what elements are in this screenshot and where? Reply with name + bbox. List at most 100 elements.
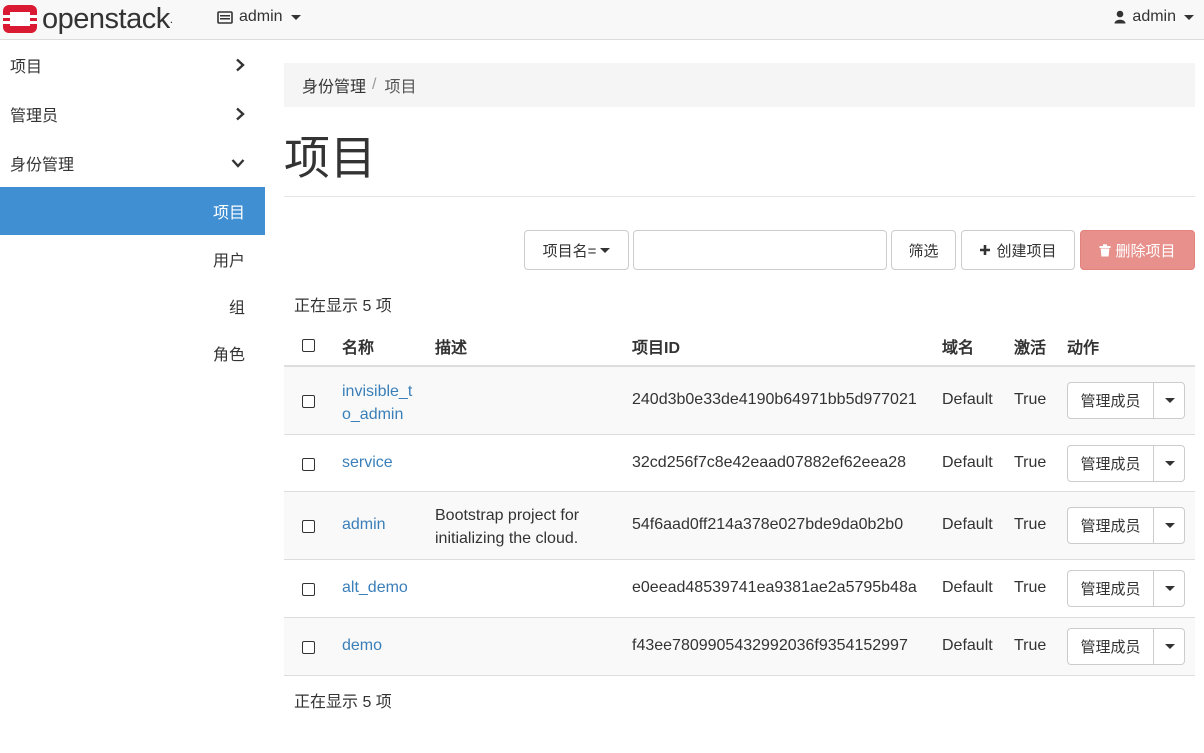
- sidebar-subitem-roles[interactable]: 角色: [0, 329, 265, 376]
- brand-name: openstack: [42, 2, 170, 35]
- caret-down-icon: [1165, 523, 1175, 528]
- brand-logo[interactable]: openstack.: [2, 2, 173, 36]
- filter-field-label: 项目名=: [542, 242, 597, 260]
- row-checkbox[interactable]: [302, 583, 315, 596]
- project-name-link[interactable]: admin: [342, 516, 386, 534]
- delete-projects-label: 删除项目: [1115, 242, 1176, 260]
- create-project-button[interactable]: 创建项目: [961, 230, 1075, 270]
- manage-members-button[interactable]: 管理成员: [1067, 445, 1154, 482]
- header-enabled[interactable]: 激活: [1014, 334, 1046, 358]
- caret-down-icon: [1165, 644, 1175, 649]
- user-icon: [1114, 10, 1126, 24]
- project-description: Bootstrap project for initializing the c…: [435, 504, 579, 550]
- create-project-label: 创建项目: [996, 242, 1057, 260]
- row-actions-dropdown[interactable]: [1154, 628, 1185, 665]
- table-header: 名称 描述 项目ID 域名 激活 动作: [284, 320, 1195, 367]
- row-checkbox[interactable]: [302, 641, 315, 654]
- table-row: alt_demo e0eead48539741ea9381ae2a5795b48…: [284, 560, 1195, 618]
- breadcrumb-parent[interactable]: 身份管理: [302, 73, 366, 97]
- header-actions: 动作: [1067, 340, 1100, 357]
- header-description[interactable]: 描述: [435, 334, 467, 358]
- table-row: service 32cd256f7c8e42eaad07882ef62eea28…: [284, 435, 1195, 492]
- project-domain: Default: [942, 516, 993, 533]
- caret-down-icon: [1165, 461, 1175, 466]
- project-domain: Default: [942, 454, 993, 471]
- sidebar-item-label: 管理员: [10, 107, 59, 125]
- project-description-line: Bootstrap project for: [435, 507, 580, 524]
- breadcrumb-current: 项目: [384, 79, 417, 96]
- row-actions-dropdown[interactable]: [1154, 507, 1185, 544]
- table-row: demo f43ee7809905432992036f9354152997 De…: [284, 618, 1195, 676]
- manage-members-button[interactable]: 管理成员: [1067, 628, 1154, 665]
- project-name-link[interactable]: alt_demo: [342, 579, 408, 597]
- header-project-id[interactable]: 项目ID: [632, 334, 680, 358]
- project-id: e0eead48539741ea9381ae2a5795b48a: [632, 579, 917, 596]
- breadcrumb: 身份管理 / 项目: [284, 63, 1195, 107]
- delete-projects-button[interactable]: 删除项目: [1080, 230, 1195, 270]
- row-actions-dropdown[interactable]: [1154, 570, 1185, 607]
- sidebar-subitem-label: 角色: [212, 346, 245, 364]
- filter-field-dropdown[interactable]: 项目名=: [524, 230, 629, 270]
- project-name-link[interactable]: service: [342, 454, 393, 472]
- project-enabled: True: [1014, 454, 1047, 471]
- manage-members-button[interactable]: 管理成员: [1067, 507, 1154, 544]
- project-id: f43ee7809905432992036f9354152997: [632, 637, 908, 654]
- sidebar-subitem-users[interactable]: 用户: [0, 235, 265, 282]
- project-enabled: True: [1014, 516, 1047, 533]
- manage-members-label: 管理成员: [1080, 456, 1141, 473]
- manage-members-label: 管理成员: [1080, 639, 1141, 656]
- sidebar-item-admin[interactable]: 管理员: [0, 89, 265, 138]
- sidebar: 项目 管理员 身份管理 项目 用户 组 角色: [0, 40, 265, 753]
- sidebar-item-project[interactable]: 项目: [0, 40, 265, 89]
- project-name-line: o_admin: [342, 406, 404, 423]
- sidebar-item-identity[interactable]: 身份管理: [0, 138, 265, 187]
- sidebar-subitem-projects[interactable]: 项目: [0, 187, 265, 235]
- page-title: 项目: [284, 132, 376, 184]
- sidebar-item-label: 身份管理: [10, 156, 75, 174]
- caret-down-icon: [290, 14, 301, 20]
- project-id: 54f6aad0ff214a378e027bde9da0b2b0: [632, 516, 904, 533]
- project-selector-label: admin: [239, 8, 283, 25]
- header-name[interactable]: 名称: [342, 334, 374, 358]
- sidebar-subitem-groups[interactable]: 组: [0, 282, 265, 329]
- item-count-bottom: 正在显示 5 项: [294, 694, 392, 711]
- row-checkbox[interactable]: [302, 520, 315, 533]
- project-id: 240d3b0e33de4190b64971bb5d977021: [632, 391, 917, 408]
- manage-members-button[interactable]: 管理成员: [1067, 570, 1154, 607]
- sidebar-item-label: 项目: [10, 58, 43, 76]
- project-domain: Default: [942, 391, 993, 408]
- trash-icon: [1099, 243, 1111, 256]
- row-actions-dropdown[interactable]: [1154, 382, 1185, 419]
- project-name-line: invisible_t: [342, 383, 413, 400]
- manage-members-button[interactable]: 管理成员: [1067, 382, 1154, 419]
- project-domain: Default: [942, 637, 993, 654]
- manage-members-label: 管理成员: [1080, 393, 1141, 410]
- openstack-logo-icon: [3, 5, 37, 33]
- sidebar-subitem-label: 用户: [212, 252, 245, 270]
- row-checkbox[interactable]: [302, 458, 315, 471]
- row-actions-dropdown[interactable]: [1154, 445, 1185, 482]
- chevron-right-icon: [236, 107, 245, 120]
- top-navbar: openstack. admin admin: [0, 0, 1204, 40]
- filter-input[interactable]: [633, 230, 887, 270]
- row-checkbox[interactable]: [302, 395, 315, 408]
- filter-button-label: 筛选: [908, 242, 939, 260]
- filter-button[interactable]: 筛选: [891, 230, 956, 270]
- plus-icon: [980, 245, 991, 255]
- chevron-down-icon: [231, 158, 245, 168]
- item-count-top: 正在显示 5 项: [294, 298, 392, 315]
- project-id: 32cd256f7c8e42eaad07882ef62eea28: [632, 454, 907, 471]
- project-name-link[interactable]: demo: [342, 637, 382, 655]
- project-description-line: initializing the cloud.: [435, 530, 579, 547]
- project-selector[interactable]: admin: [217, 8, 301, 26]
- user-menu-label: admin: [1132, 8, 1176, 25]
- title-divider: [284, 196, 1195, 197]
- manage-members-label: 管理成员: [1080, 518, 1141, 535]
- select-all-checkbox[interactable]: [302, 339, 315, 352]
- caret-down-icon: [1165, 398, 1175, 403]
- project-name-link[interactable]: invisible_t o_admin: [342, 380, 412, 426]
- header-domain[interactable]: 域名: [942, 334, 974, 358]
- user-menu[interactable]: admin: [1114, 8, 1194, 26]
- sidebar-subitem-label: 项目: [212, 205, 245, 222]
- project-domain: Default: [942, 579, 993, 596]
